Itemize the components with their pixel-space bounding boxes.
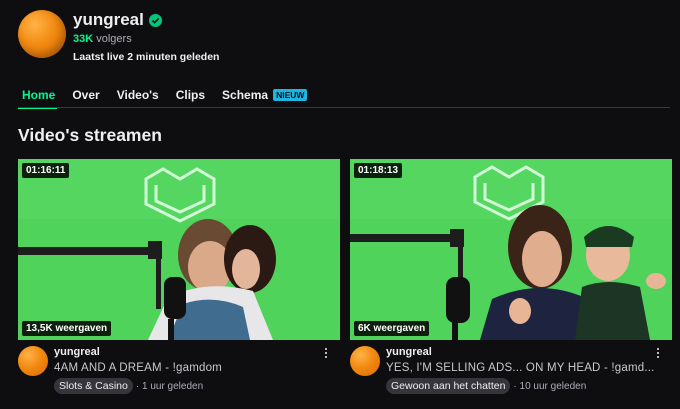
video-tags-row: Slots & Casino · 1 uur geleden	[54, 378, 324, 394]
tab-schedule[interactable]: Schema	[218, 85, 270, 106]
category-tag[interactable]: Gewoon aan het chatten	[386, 378, 511, 394]
video-card: 01:16:11 13,5K weergaven yungreal 4AM AN…	[18, 159, 340, 394]
video-channel-name[interactable]: yungreal	[54, 346, 324, 358]
more-vertical-icon[interactable]	[322, 346, 330, 360]
channel-name-row: yungreal	[73, 10, 219, 30]
channel-avatar[interactable]	[18, 10, 66, 58]
new-badge: NIEUW	[273, 89, 308, 101]
thumbnail-image	[18, 159, 340, 340]
channel-name[interactable]: yungreal	[73, 10, 144, 30]
video-thumbnail[interactable]: 01:18:13 6K weergaven	[350, 159, 672, 340]
channel-info: yungreal 33K volgers Laatst live 2 minut…	[73, 10, 219, 63]
video-age: · 10 uur geleden	[513, 380, 587, 392]
tab-videos[interactable]: Video's	[113, 85, 161, 106]
video-tags-row: Gewoon aan het chatten · 10 uur geleden	[386, 378, 656, 394]
tabs-divider	[18, 107, 670, 108]
section-title: Video's streamen	[18, 125, 162, 145]
thumbnail-image	[350, 159, 672, 340]
video-meta: yungreal 4AM AND A DREAM - !gamdom Slots…	[18, 346, 340, 394]
video-duration: 01:16:11	[22, 163, 70, 178]
channel-tabs: Home Over Video's Clips Schema NIEUW	[18, 84, 308, 109]
view-count: 13,5K weergaven	[22, 321, 112, 336]
video-meta-text: yungreal YES, I'M SELLING ADS... ON MY H…	[386, 346, 656, 394]
video-title[interactable]: 4AM AND A DREAM - !gamdom	[54, 362, 324, 374]
video-meta: yungreal YES, I'M SELLING ADS... ON MY H…	[350, 346, 672, 394]
video-duration: 01:18:13	[354, 163, 403, 178]
view-count: 6K weergaven	[354, 321, 430, 336]
more-vertical-icon[interactable]	[654, 346, 662, 360]
tab-about[interactable]: Over	[68, 85, 101, 106]
channel-avatar-small[interactable]	[350, 346, 380, 376]
followers-label: volgers	[96, 33, 132, 45]
followers-number: 33K	[73, 33, 94, 45]
video-title[interactable]: YES, I'M SELLING ADS... ON MY HEAD - !ga…	[386, 362, 656, 374]
channel-avatar-small[interactable]	[18, 346, 48, 376]
follower-count: 33K volgers	[73, 33, 219, 45]
tab-clips[interactable]: Clips	[172, 85, 207, 106]
tab-home[interactable]: Home	[18, 85, 58, 109]
video-meta-text: yungreal 4AM AND A DREAM - !gamdom Slots…	[54, 346, 324, 394]
category-tag[interactable]: Slots & Casino	[54, 378, 133, 394]
video-channel-name[interactable]: yungreal	[386, 346, 656, 358]
verified-check-icon	[148, 13, 162, 27]
channel-header: yungreal 33K volgers Laatst live 2 minut…	[18, 10, 219, 63]
video-age: · 1 uur geleden	[135, 380, 204, 392]
video-card: 01:18:13 6K weergaven yungreal YES, I'M …	[350, 159, 672, 394]
last-live-status: Laatst live 2 minuten geleden	[73, 51, 220, 63]
video-thumbnail[interactable]: 01:16:11 13,5K weergaven	[18, 159, 340, 340]
